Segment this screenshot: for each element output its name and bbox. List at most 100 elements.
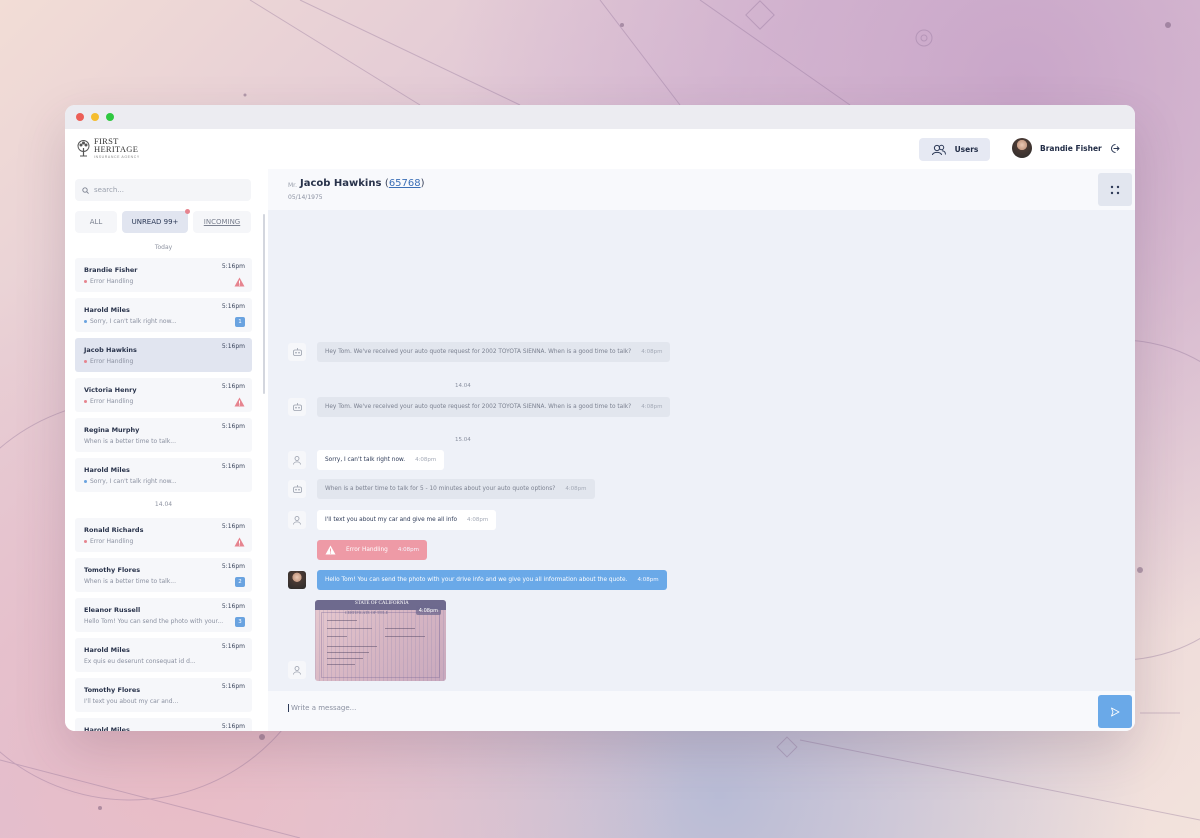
grid-menu-button[interactable]	[1098, 173, 1132, 206]
preview-text: I'll text you about my car and...	[84, 698, 179, 705]
conversation-item[interactable]: Tomothy Flores When is a better time to …	[75, 558, 252, 592]
message-time: 4:08pm	[415, 457, 437, 463]
search-icon	[82, 186, 89, 194]
conversation-time: 5:16pm	[221, 723, 245, 730]
contact-id: (65768)	[384, 178, 425, 189]
warning-icon	[234, 277, 245, 287]
agent-avatar	[288, 571, 306, 589]
document-line	[327, 664, 355, 665]
conversation-preview: I'll text you about my car and...	[84, 698, 178, 705]
app-window: FIRST HERITAGE INSURANCE AGENCY Users Br…	[65, 105, 1135, 731]
conversation-name: Harold Miles	[84, 466, 130, 474]
conversation-sidebar: search... ALL UNREAD 99+ INCOMING Today …	[65, 169, 268, 731]
message-row: Hey Tom. We've received your auto quote …	[288, 397, 671, 417]
warning-icon	[325, 545, 336, 555]
message-time: 4:08pm	[637, 577, 659, 583]
window-titlebar	[65, 105, 1135, 129]
chat-header: Mr. Jacob Hawkins (65768) 05/14/1975	[268, 169, 1135, 210]
attachment-row	[288, 661, 306, 679]
conversation-time: 5:16pm	[221, 383, 245, 390]
error-message-bubble[interactable]: Error Handling 4:08pm	[317, 540, 428, 560]
user-profile[interactable]: Brandie Fisher	[1012, 138, 1102, 158]
conversation-preview: When is a better time to talk...	[84, 438, 176, 445]
message-row: Hello Tom! You can send the photo with y…	[288, 570, 667, 590]
conversation-time: 5:16pm	[221, 343, 245, 350]
company-logo[interactable]: FIRST HERITAGE INSURANCE AGENCY	[76, 137, 140, 161]
status-dot	[84, 360, 87, 363]
bot-message-bubble[interactable]: Hey Tom. We've received your auto quote …	[317, 397, 671, 417]
profile-name: Brandie Fisher	[1040, 143, 1102, 153]
conversation-list: Today Brandie Fisher Error Handling 5:16…	[75, 241, 252, 731]
conversation-name: Harold Miles	[84, 306, 130, 314]
search-input[interactable]: search...	[75, 179, 251, 201]
message-row: When is a better time to talk for 5 - 10…	[288, 479, 595, 499]
send-button[interactable]	[1098, 695, 1132, 728]
tab-incoming[interactable]: INCOMING	[193, 211, 251, 233]
tab-unread[interactable]: UNREAD 99+	[122, 209, 190, 233]
message-text: Error Handling	[346, 547, 388, 553]
conversation-item[interactable]: Tomothy Flores I'll text you about my ca…	[75, 678, 252, 712]
conversation-time: 5:16pm	[221, 303, 245, 310]
search-placeholder: search...	[94, 186, 124, 194]
contact-id-link[interactable]: 65768	[389, 178, 421, 189]
document-line	[385, 636, 425, 637]
conversation-preview: Sorry, I can't talk right now...	[84, 478, 177, 485]
tab-all[interactable]: ALL	[75, 211, 117, 233]
conversation-item[interactable]: Jacob Hawkins Error Handling 5:16pm	[75, 338, 252, 372]
unread-count-badge: 3	[235, 617, 245, 627]
conversation-item[interactable]: Harold Miles Ex quis eu deserunt consequ…	[75, 638, 252, 672]
message-time: 4:08pm	[641, 349, 663, 355]
date-separator: 15.04	[455, 437, 471, 443]
conversation-preview: Ex quis eu deserunt consequat id d...	[84, 658, 196, 665]
message-time: 4:08pm	[397, 547, 420, 553]
users-button[interactable]: Users	[919, 138, 990, 161]
message-text: I'll text you about my car and give me a…	[325, 517, 458, 523]
maximize-window-button[interactable]	[106, 113, 114, 121]
conversation-preview: Error Handling	[84, 278, 133, 285]
status-dot	[84, 540, 87, 543]
preview-text: Hello Tom! You can send the photo with y…	[84, 618, 224, 625]
conversation-item[interactable]: Ronald Richards Error Handling 5:16pm	[75, 518, 252, 552]
user-message-bubble[interactable]: I'll text you about my car and give me a…	[317, 510, 497, 530]
status-dot	[84, 280, 87, 283]
conversation-time: 5:16pm	[221, 643, 245, 650]
logout-icon[interactable]	[1109, 143, 1120, 154]
tree-icon	[77, 140, 90, 157]
bot-message-bubble[interactable]: Hey Tom. We've received your auto quote …	[317, 342, 671, 362]
document-line	[327, 658, 363, 659]
message-text: Hello Tom! You can send the photo with y…	[325, 577, 628, 583]
user-message-bubble[interactable]: Sorry, I can't talk right now. 4:08pm	[317, 450, 445, 470]
date-separator: 14.04	[455, 383, 471, 389]
conversation-name: Regina Murphy	[84, 426, 140, 434]
conversation-item[interactable]: Harold Miles Sorry, I can't talk right n…	[75, 298, 252, 332]
status-dot	[84, 320, 87, 323]
conversation-item[interactable]: Harold Miles 5:16pm	[75, 718, 252, 731]
conversation-time: 5:16pm	[221, 603, 245, 610]
bot-icon	[288, 343, 306, 361]
conversation-item[interactable]: Regina Murphy When is a better time to t…	[75, 418, 252, 452]
date-group-label: 14.04	[154, 501, 173, 508]
filter-tabs: ALL UNREAD 99+ INCOMING	[75, 209, 251, 233]
logo-line-2: HERITAGE	[94, 144, 139, 154]
document-line	[327, 628, 372, 629]
conversation-item[interactable]: Eleanor Russell Hello Tom! You can send …	[75, 598, 252, 632]
contact-prefix: Mr.	[288, 182, 297, 189]
message-input[interactable]: Write a message...	[288, 704, 356, 712]
message-text: When is a better time to talk for 5 - 10…	[325, 486, 556, 492]
bot-message-bubble[interactable]: When is a better time to talk for 5 - 10…	[317, 479, 595, 499]
close-window-button[interactable]	[76, 113, 84, 121]
document-title: STATE OF CALIFORNIA	[355, 601, 409, 606]
message-time: 4:08pm	[565, 486, 587, 492]
minimize-window-button[interactable]	[91, 113, 99, 121]
conversation-item[interactable]: Brandie Fisher Error Handling 5:16pm	[75, 258, 252, 292]
document-attachment[interactable]: STATE OF CALIFORNIA CERTIFICATE OF TITLE…	[315, 600, 446, 681]
preview-text: Sorry, I can't talk right now...	[90, 318, 177, 325]
conversation-preview: Hello Tom! You can send the photo with y…	[84, 618, 223, 625]
message-text: Hey Tom. We've received your auto quote …	[325, 349, 632, 355]
sidebar-scrollbar[interactable]	[263, 214, 265, 394]
conversation-item[interactable]: Harold Miles Sorry, I can't talk right n…	[75, 458, 252, 492]
avatar	[1012, 138, 1032, 158]
conversation-item[interactable]: Victoria Henry Error Handling 5:16pm	[75, 378, 252, 412]
agent-message-bubble[interactable]: Hello Tom! You can send the photo with y…	[317, 570, 667, 590]
logo-subtitle: INSURANCE AGENCY	[94, 155, 140, 159]
